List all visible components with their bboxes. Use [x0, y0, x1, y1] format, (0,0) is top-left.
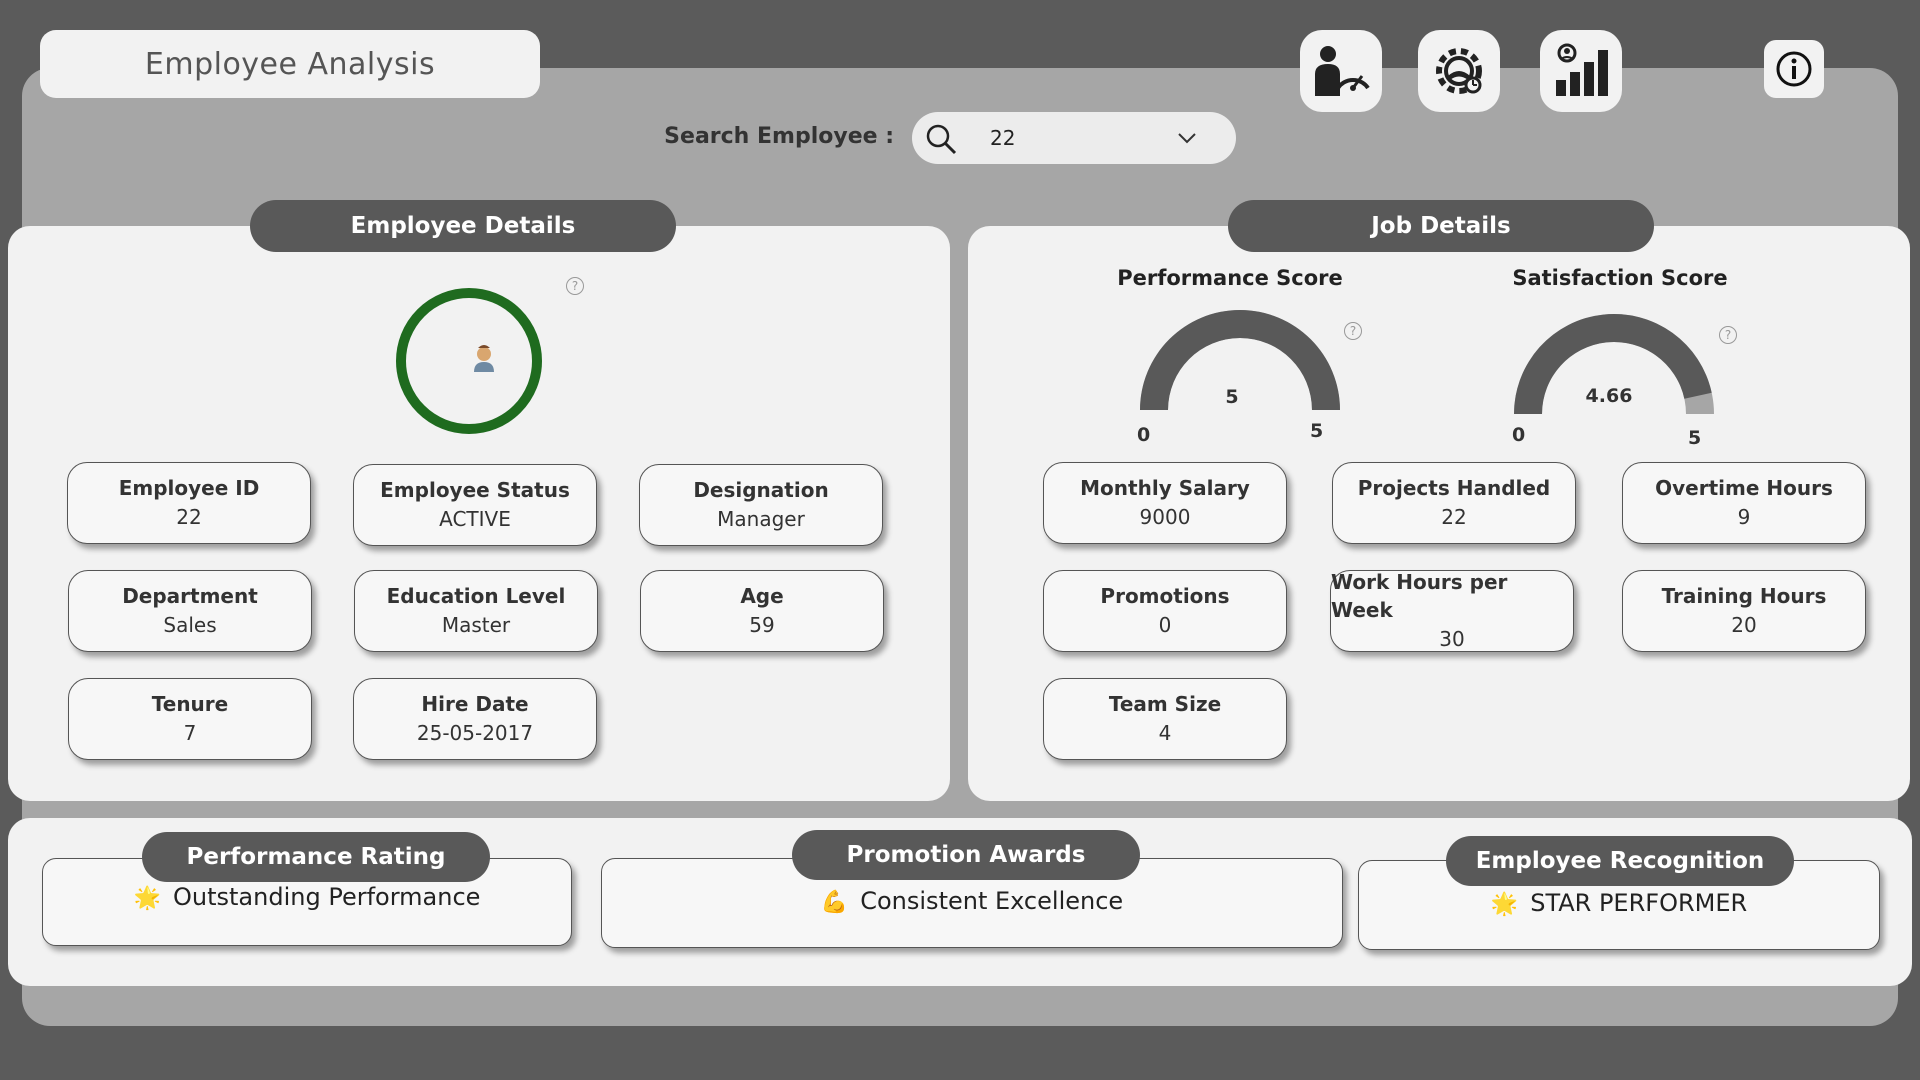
field-education-level: Education Level Master [354, 570, 598, 652]
field-label: Projects Handled [1357, 476, 1551, 500]
field-label: Promotions [1100, 584, 1230, 608]
help-icon[interactable]: ? [1719, 326, 1737, 344]
performance-gauge-title: Performance Score [1117, 266, 1343, 290]
field-value: 9 [1737, 505, 1751, 529]
field-label: Monthly Salary [1080, 476, 1250, 500]
field-label: Hire Date [421, 692, 529, 716]
satisfaction-gauge-value: 4.66 [1585, 385, 1633, 407]
employee-performance-button[interactable] [1300, 30, 1382, 112]
field-label: Training Hours [1661, 584, 1827, 608]
field-value: 22 [176, 505, 202, 529]
job-details-header: Job Details [1228, 200, 1654, 252]
employee-recognition-header: Employee Recognition [1446, 836, 1794, 886]
field-value: 7 [183, 721, 197, 745]
performance-gauge-value: 5 [1225, 386, 1239, 408]
flexed-biceps-icon: 💪 [820, 890, 849, 915]
employee-chart-icon [1556, 43, 1608, 96]
search-value: 22 [990, 126, 1016, 150]
field-label: Work Hours per Week [1331, 570, 1508, 622]
satisfaction-gauge-max: 5 [1688, 427, 1702, 449]
promotion-awards-text: 💪 Consistent Excellence [602, 887, 1342, 915]
field-hire-date: Hire Date 25-05-2017 [353, 678, 597, 760]
field-label: Department [122, 584, 258, 608]
user-avatar-icon [474, 345, 494, 372]
field-training-hours: Training Hours 20 [1622, 570, 1866, 652]
glowing-star-icon: 🌟 [133, 886, 161, 911]
info-button[interactable] [1764, 40, 1824, 98]
field-designation: Designation Manager [639, 464, 883, 546]
field-label: Team Size [1108, 692, 1222, 716]
field-value: Sales [163, 613, 217, 637]
satisfaction-gauge-title: Satisfaction Score [1512, 266, 1728, 290]
avatar [394, 286, 544, 436]
glowing-star-icon: 🌟 [1490, 892, 1519, 917]
satisfaction-gauge-min: 0 [1512, 424, 1526, 446]
field-value: 30 [1439, 627, 1465, 651]
field-department: Department Sales [68, 570, 312, 652]
field-value: 59 [749, 613, 775, 637]
search-label: Search Employee : [664, 124, 894, 149]
field-employee-status: Employee Status ACTIVE [353, 464, 597, 546]
field-label: Age [740, 584, 784, 608]
help-icon[interactable]: ? [1344, 322, 1362, 340]
field-label: Employee Status [380, 478, 570, 502]
performance-gauge-max: 5 [1310, 420, 1324, 442]
employee-details-header: Employee Details [250, 200, 676, 252]
field-value: ACTIVE [439, 507, 511, 531]
employee-recognition-text: 🌟 STAR PERFORMER [1359, 889, 1879, 917]
employee-chart-button[interactable] [1540, 30, 1622, 112]
field-value: 4 [1158, 721, 1172, 745]
field-projects-handled: Projects Handled 22 [1332, 462, 1576, 544]
field-age: Age 59 [640, 570, 884, 652]
field-overtime-hours: Overtime Hours 9 [1622, 462, 1866, 544]
field-value: 0 [1158, 613, 1172, 637]
employee-search-dropdown[interactable]: 22 [912, 112, 1236, 164]
help-icon[interactable]: ? [566, 277, 584, 295]
field-tenure: Tenure 7 [68, 678, 312, 760]
employee-performance-icon [1315, 46, 1370, 96]
performance-gauge-min: 0 [1137, 424, 1151, 446]
search-icon [926, 124, 957, 155]
field-label: Overtime Hours [1655, 476, 1833, 500]
field-team-size: Team Size 4 [1043, 678, 1287, 760]
field-monthly-salary: Monthly Salary 9000 [1043, 462, 1287, 544]
performance-rating-header: Performance Rating [142, 832, 490, 882]
settings-gear-icon [1436, 48, 1482, 94]
field-work-hours-per-week: Work Hours per Week 30 [1330, 570, 1574, 652]
field-label: Employee ID [118, 476, 260, 500]
award-value: Outstanding Performance [173, 883, 481, 911]
field-value: Master [441, 613, 511, 637]
info-icon [1776, 51, 1812, 87]
award-value: STAR PERFORMER [1530, 889, 1748, 917]
page-title: Employee Analysis [40, 30, 540, 98]
field-label: Education Level [386, 584, 566, 608]
field-value: 9000 [1139, 505, 1191, 529]
field-value: Manager [717, 507, 805, 531]
chevron-down-icon[interactable] [1176, 128, 1198, 148]
field-promotions: Promotions 0 [1043, 570, 1287, 652]
award-value: Consistent Excellence [860, 887, 1124, 915]
settings-button[interactable] [1418, 30, 1500, 112]
field-value: 25-05-2017 [416, 721, 534, 745]
field-label: Designation [693, 478, 829, 502]
field-label: Tenure [151, 692, 229, 716]
field-employee-id: Employee ID 22 [67, 462, 311, 544]
promotion-awards-header: Promotion Awards [792, 830, 1140, 880]
performance-rating-text: 🌟 Outstanding Performance [43, 883, 571, 911]
field-value: 20 [1731, 613, 1757, 637]
field-value: 22 [1441, 505, 1467, 529]
